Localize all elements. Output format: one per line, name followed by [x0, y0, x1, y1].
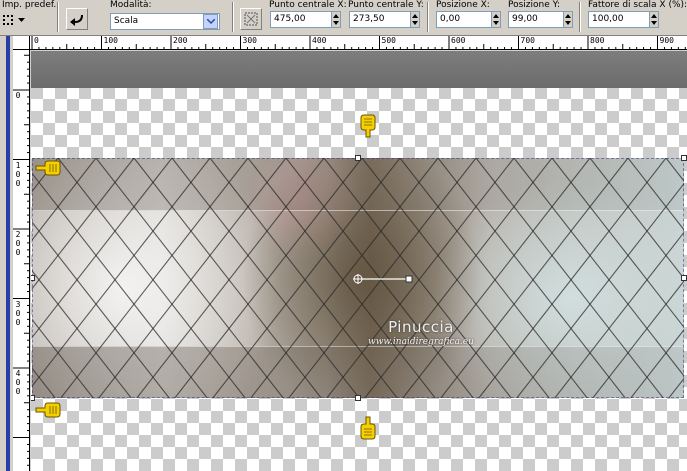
ruler-label: 100	[103, 36, 118, 45]
chevron-down-icon	[206, 19, 215, 24]
active-window-bar	[6, 36, 10, 471]
chevron-down-icon	[18, 17, 25, 22]
vertical-ruler: 0100200300400	[13, 50, 30, 471]
pivot-handle[interactable]	[349, 269, 419, 289]
ruler-label: 0	[15, 378, 21, 387]
scale-x-value: 100,00	[592, 14, 624, 24]
left-center-handle[interactable]	[31, 275, 35, 281]
mode-select-arrow[interactable]	[203, 14, 218, 29]
ruler-label: 900	[659, 36, 674, 45]
ruler-label: 300	[242, 36, 257, 45]
center-x-input[interactable]: 475,00	[270, 11, 332, 28]
top-center-handle[interactable]	[355, 155, 361, 161]
right-center-handle[interactable]	[681, 275, 687, 281]
pick-center-button[interactable]	[240, 8, 262, 30]
center-y-spinner[interactable]	[411, 11, 420, 28]
image-canvas[interactable]: Pinuccia www.inaidiregrafica.eu	[31, 51, 687, 471]
toolbar-separator	[57, 2, 59, 32]
presets-grid-icon	[3, 15, 13, 25]
ruler-corner	[13, 36, 30, 50]
center-x-spinner[interactable]	[332, 11, 341, 28]
ruler-label: 0	[15, 387, 21, 396]
scale-x-spinner[interactable]	[650, 11, 659, 28]
ruler-label: 200	[173, 36, 188, 45]
ruler-label: 0	[15, 317, 21, 327]
pos-y-input[interactable]: 99,00	[508, 11, 564, 28]
center-x-label: Punto centrale X:	[269, 0, 347, 10]
pos-y-label: Posizione Y:	[508, 0, 560, 10]
center-y-value: 273,50	[353, 14, 385, 24]
reset-button[interactable]	[66, 8, 88, 30]
horizontal-ruler: 0 100 200 300 400 500 600 700 800 900	[30, 36, 687, 50]
pos-x-value: 0,00	[440, 14, 461, 24]
ruler-label: 600	[451, 36, 466, 45]
hand-pointer-icon	[35, 402, 61, 418]
ruler-label: 0	[15, 169, 21, 179]
ruler-label: 0	[15, 308, 21, 318]
pos-x-input[interactable]: 0,00	[436, 11, 492, 28]
bottom-center-handle[interactable]	[355, 395, 361, 401]
pos-x-label: Posizione X:	[436, 0, 490, 10]
pick-center-icon	[244, 12, 258, 26]
ruler-label: 4	[15, 369, 21, 378]
top-right-handle[interactable]	[681, 155, 687, 161]
center-y-input[interactable]: 273,50	[349, 11, 411, 28]
pos-y-spinner[interactable]	[564, 11, 573, 28]
scale-x-label: Fattore di scala X (%):	[588, 0, 687, 10]
ruler-label: 0	[15, 239, 21, 248]
ruler-label: 2	[15, 230, 21, 239]
mode-label: Modalità:	[110, 0, 152, 10]
ruler-label: 0	[15, 91, 21, 100]
ruler-label: 500	[381, 36, 396, 45]
pos-x-spinner[interactable]	[492, 11, 501, 28]
ruler-label: 800	[590, 36, 605, 45]
gray-background-band	[31, 51, 687, 88]
scale-x-input[interactable]: 100,00	[588, 11, 650, 28]
ruler-label: 3	[15, 299, 21, 309]
toolbar-separator	[427, 2, 429, 32]
mode-select-value: Scala	[114, 16, 139, 26]
ruler-label: 700	[520, 36, 535, 45]
ruler-label: 400	[312, 36, 327, 45]
hand-pointer-icon	[360, 416, 376, 440]
toolbar-separator	[579, 2, 581, 32]
pos-y-value: 99,00	[512, 14, 538, 24]
ruler-label: 1	[15, 160, 21, 170]
ruler-label: 0	[34, 36, 39, 45]
hand-pointer-icon	[360, 114, 376, 138]
reset-arrow-icon	[70, 15, 83, 26]
ruler-label: 0	[15, 178, 21, 188]
presets-dropdown[interactable]	[2, 11, 32, 29]
toolbar-separator	[232, 2, 234, 32]
ruler-label: 0	[15, 248, 21, 257]
hand-pointer-icon	[35, 160, 61, 176]
presets-label: Imp. predef.:	[2, 0, 60, 10]
center-y-label: Punto centrale Y:	[348, 0, 424, 10]
tool-options-bar: Imp. predef.: Modalità: Scala Punto cent…	[0, 0, 687, 36]
workspace-left-edge	[0, 36, 13, 471]
center-x-value: 475,00	[274, 14, 306, 24]
